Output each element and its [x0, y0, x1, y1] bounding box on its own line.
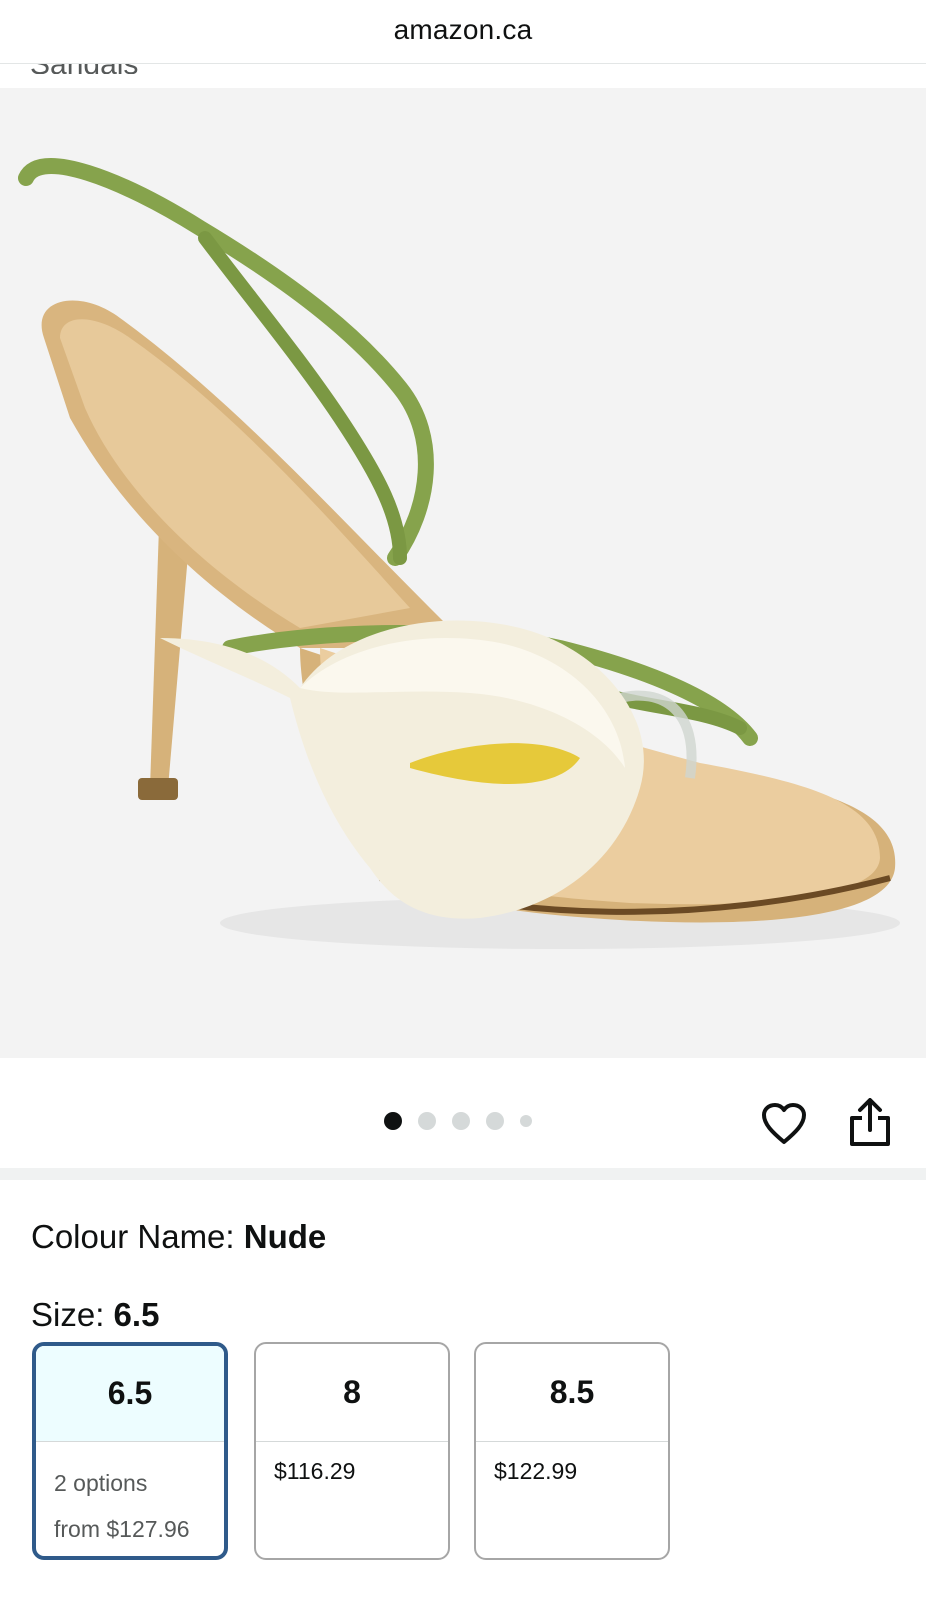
size-option-size: 8.5 — [476, 1344, 668, 1442]
colour-value: Nude — [243, 1218, 327, 1255]
size-option-6-5[interactable]: 6.5 2 options from $127.96 — [32, 1342, 228, 1560]
heart-icon[interactable] — [760, 1100, 808, 1148]
size-option-price: $116.29 — [274, 1458, 356, 1484]
colour-label: Colour Name: — [31, 1218, 235, 1255]
browser-url: amazon.ca — [393, 13, 533, 45]
size-option-price: 2 options — [54, 1470, 148, 1496]
carousel-dot[interactable] — [384, 1112, 402, 1130]
sandal-illustration — [18, 158, 900, 949]
carousel-dot[interactable] — [452, 1112, 470, 1130]
browser-address-bar[interactable]: amazon.ca — [0, 0, 926, 64]
size-value: 6.5 — [113, 1296, 160, 1333]
share-icon[interactable] — [848, 1098, 892, 1148]
size-row: Size: 6.5 — [31, 1296, 159, 1334]
colour-name-row: Colour Name: Nude — [31, 1218, 326, 1256]
carousel-dot[interactable] — [520, 1115, 532, 1127]
size-option-size: 8 — [256, 1344, 448, 1442]
size-label: Size: — [31, 1296, 105, 1333]
size-option-from-price: from $127.96 — [54, 1516, 190, 1542]
carousel-dot[interactable] — [418, 1112, 436, 1130]
size-option-8[interactable]: 8 $116.29 — [254, 1342, 450, 1560]
carousel-dot[interactable] — [486, 1112, 504, 1130]
carousel-indicator[interactable] — [384, 1112, 532, 1130]
size-option-size: 6.5 — [36, 1346, 224, 1442]
size-option-price: $122.99 — [494, 1458, 578, 1484]
size-option-8-5[interactable]: 8.5 $122.99 — [474, 1342, 670, 1560]
product-image[interactable] — [0, 88, 926, 1058]
section-divider — [0, 1168, 926, 1180]
